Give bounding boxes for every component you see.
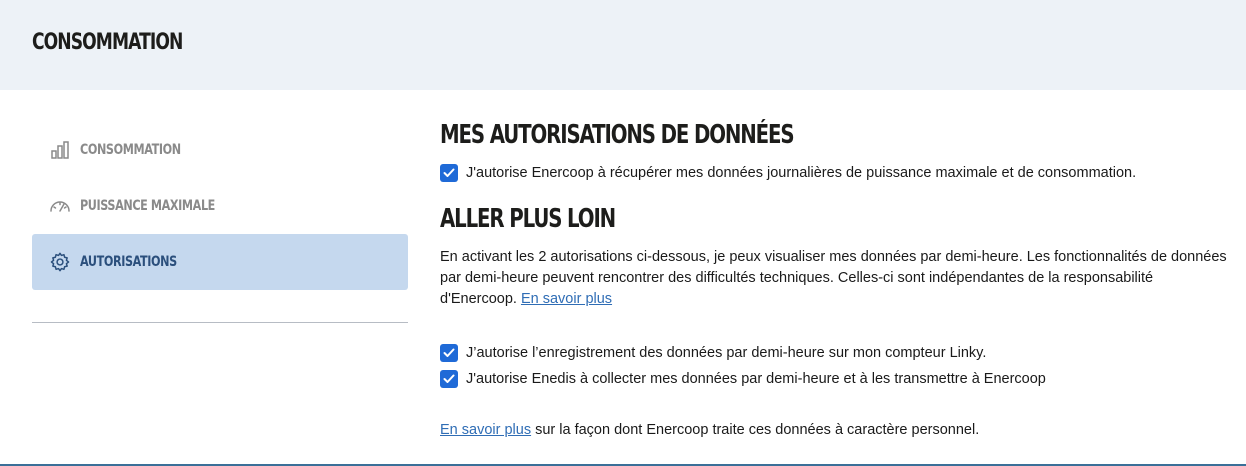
gear-icon	[48, 250, 72, 274]
footer-note: En savoir plus sur la façon dont Enercoo…	[440, 420, 1230, 441]
checkbox-row-autorisation: J'autorise Enercoop à récupérer mes donn…	[440, 160, 1230, 186]
checkmark-icon	[443, 348, 455, 357]
footer-note-text: sur la façon dont Enercoop traite ces do…	[531, 422, 980, 438]
sidebar-item-label: AUTORISATIONS	[80, 254, 177, 270]
en-savoir-plus-link[interactable]: En savoir plus	[521, 291, 612, 307]
sidebar-item-autorisations[interactable]: AUTORISATIONS	[32, 234, 408, 290]
sidebar-item-consommation[interactable]: CONSOMMATION	[32, 122, 408, 178]
autorisation-checkbox[interactable]	[440, 164, 458, 182]
page-title: CONSOMMATION	[32, 30, 183, 55]
sidebar-item-label: PUISSANCE MAXIMALE	[80, 198, 215, 214]
footer-en-savoir-plus-link[interactable]: En savoir plus	[440, 422, 531, 438]
gauge-icon	[48, 194, 72, 218]
info-paragraph: En activant les 2 autorisations ci-desso…	[440, 247, 1230, 310]
checkmark-icon	[443, 168, 455, 177]
section-title-autorisations: MES AUTORISATIONS DE DONNÉES	[440, 120, 795, 150]
sidebar-item-puissance-maximale[interactable]: PUISSANCE MAXIMALE	[32, 178, 408, 234]
checkmark-icon	[443, 374, 455, 383]
sidebar-item-label: CONSOMMATION	[80, 142, 181, 158]
checkbox-row-linky: J’autorise l’enregistrement des données …	[440, 340, 1230, 366]
enedis-checkbox[interactable]	[440, 370, 458, 388]
page-header: CONSOMMATION	[0, 0, 1246, 90]
main-content: MES AUTORISATIONS DE DONNÉES J'autorise …	[440, 118, 1230, 441]
section-title-aller-plus-loin: ALLER PLUS LOIN	[440, 204, 616, 234]
sidebar-nav: CONSOMMATION PUISSANCE MAXIMALE AUTORISA…	[32, 122, 408, 290]
linky-checkbox[interactable]	[440, 344, 458, 362]
bar-chart-icon	[48, 138, 72, 162]
demi-heure-checkboxes: J’autorise l’enregistrement des données …	[440, 340, 1230, 392]
checkbox-label: J'autorise Enedis à collecter mes donnée…	[466, 371, 1046, 387]
checkbox-label: J'autorise Enercoop à récupérer mes donn…	[466, 165, 1137, 181]
checkbox-label: J’autorise l’enregistrement des données …	[466, 345, 987, 361]
sidebar-divider	[32, 322, 408, 323]
checkbox-row-enedis: J'autorise Enedis à collecter mes donnée…	[440, 366, 1230, 392]
